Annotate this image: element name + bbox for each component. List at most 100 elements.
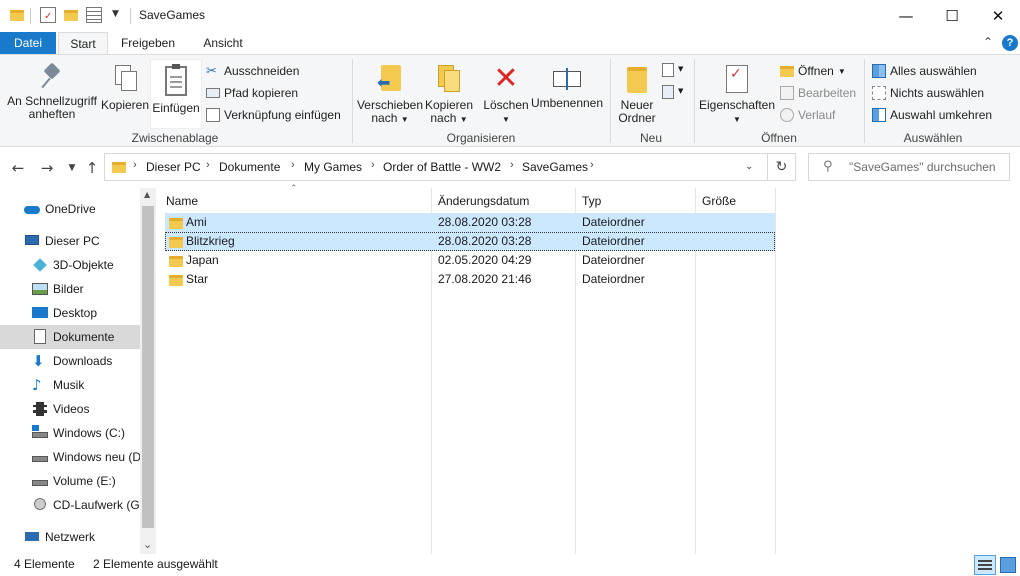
recent-locations-icon[interactable]: ▼ (62, 158, 82, 178)
search-input[interactable]: "SaveGames" durchsuchen (849, 160, 996, 174)
cut-button[interactable]: ✂ Ausschneiden (206, 61, 299, 81)
maximize-button[interactable]: ☐ (929, 0, 975, 32)
easy-access-icon[interactable]: ▼ (662, 85, 684, 101)
paste-label: Einfügen (152, 101, 200, 115)
copy-to-button[interactable]: Kopieren nach ▼ (424, 63, 474, 126)
view-quick-icon[interactable] (86, 7, 102, 23)
sidebar-item-pictures[interactable]: Bilder (0, 277, 140, 301)
help-icon[interactable]: ? (1002, 35, 1018, 51)
column-header-type[interactable]: Typ (576, 188, 696, 214)
select-none-button[interactable]: Nichts auswählen (872, 83, 984, 103)
sidebar-item-drive-d[interactable]: Windows neu (D:) (0, 445, 140, 469)
large-icons-view-icon[interactable] (1000, 557, 1016, 573)
sidebar-item-downloads[interactable]: ⬇ Downloads (0, 349, 140, 373)
file-type: Dateiordner (582, 253, 645, 267)
chevron-right-icon[interactable]: › (206, 159, 210, 171)
sidebar-item-label: Volume (E:) (53, 474, 116, 488)
sidebar-item-documents[interactable]: Dokumente (0, 325, 140, 349)
sidebar-item-label: Windows (C:) (53, 426, 126, 440)
group-select-label: Auswählen (903, 131, 963, 145)
new-item-icon[interactable]: ▼ (662, 63, 684, 79)
move-to-button[interactable]: ⬅ Verschieben nach ▼ (356, 63, 424, 126)
file-date: 02.05.2020 04:29 (438, 253, 532, 267)
rename-button[interactable]: Umbenennen (530, 63, 604, 110)
breadcrumb-item[interactable]: Order of Battle - WW2 (383, 160, 501, 174)
chevron-right-icon[interactable]: › (371, 159, 375, 171)
scroll-down-icon[interactable]: ⌄ (143, 538, 152, 551)
ribbon-separator (352, 59, 353, 143)
column-header-size[interactable]: Größe (696, 188, 776, 214)
chevron-right-icon[interactable]: › (133, 159, 137, 171)
table-row[interactable]: Blitzkrieg 28.08.2020 03:28 Dateiordner (165, 232, 775, 251)
file-name: Star (186, 272, 209, 286)
column-header-date[interactable]: Änderungsdatum (432, 188, 576, 214)
customize-quick-access-icon[interactable]: ▼ (112, 9, 128, 25)
properties-quick-icon[interactable]: ✓ (40, 7, 56, 23)
forward-arrow-icon[interactable]: → (37, 158, 57, 178)
breadcrumb-item[interactable]: Dieser PC (146, 160, 201, 174)
tab-file[interactable]: Datei (0, 32, 56, 54)
paste-button[interactable]: Einfügen (150, 59, 202, 129)
copy-path-button[interactable]: Pfad kopieren (206, 83, 298, 103)
history-button[interactable]: Verlauf (780, 105, 835, 125)
open-label: Öffnen (798, 64, 834, 78)
scrollbar-thumb[interactable] (142, 206, 154, 528)
film-icon (32, 401, 48, 417)
sidebar-item-this-pc[interactable]: Dieser PC (0, 229, 140, 253)
table-row[interactable]: Ami 28.08.2020 03:28 Dateiordner (165, 213, 775, 232)
sidebar-item-videos[interactable]: Videos (0, 397, 140, 421)
sidebar-item-drive-e[interactable]: Volume (E:) (0, 469, 140, 493)
scroll-up-icon[interactable]: ▲ (144, 190, 150, 199)
address-bar[interactable]: › Dieser PC › Dokumente › My Games › Ord… (104, 153, 768, 181)
sidebar-item-network[interactable]: Netzwerk (0, 525, 140, 549)
breadcrumb-item[interactable]: My Games (304, 160, 362, 174)
close-button[interactable]: ✕ (975, 0, 1020, 32)
chevron-right-icon[interactable]: › (590, 159, 594, 171)
sidebar-item-drive-c[interactable]: Windows (C:) (0, 421, 140, 445)
folder-icon (169, 256, 183, 267)
pin-quick-access-button[interactable]: An Schnellzugriff anheften (4, 62, 100, 121)
sidebar-item-music[interactable]: ♪ Musik (0, 373, 140, 397)
tab-start[interactable]: Start (58, 32, 108, 55)
new-folder-quick-icon[interactable] (64, 10, 78, 21)
tab-share[interactable]: Freigeben (112, 32, 184, 54)
move-label: Verschieben nach (356, 98, 424, 125)
copy-button[interactable]: Kopieren (100, 63, 150, 112)
table-row[interactable]: Star 27.08.2020 21:46 Dateiordner (165, 270, 775, 289)
select-all-button[interactable]: Alles auswählen (872, 61, 977, 81)
history-label: Verlauf (798, 108, 836, 122)
refresh-icon[interactable]: ↻ (768, 153, 796, 181)
sidebar-item-cd-drive[interactable]: CD-Laufwerk (G:) (0, 493, 140, 517)
edit-button[interactable]: Bearbeiten (780, 83, 856, 103)
column-header-name[interactable]: Name (160, 188, 430, 214)
divider (30, 8, 31, 24)
up-arrow-icon[interactable]: ↑ (82, 158, 102, 178)
search-box[interactable]: ⚲ "SaveGames" durchsuchen (808, 153, 1010, 181)
address-dropdown-icon[interactable]: ⌄ (745, 161, 753, 172)
breadcrumb-item[interactable]: Dokumente (219, 160, 280, 174)
paste-shortcut-button[interactable]: Verknüpfung einfügen (206, 105, 341, 125)
chevron-right-icon[interactable]: › (510, 159, 514, 171)
delete-button[interactable]: ✕ Löschen ▼ (480, 63, 532, 126)
back-arrow-icon[interactable]: ← (8, 158, 28, 178)
breadcrumb-item[interactable]: SaveGames (522, 160, 588, 174)
sidebar-item-onedrive[interactable]: OneDrive (0, 197, 140, 221)
sidebar-item-desktop[interactable]: Desktop (0, 301, 140, 325)
properties-button[interactable]: ✓ Eigenschaften ▼ (698, 63, 776, 126)
documents-icon (32, 329, 48, 345)
properties-label: Eigenschaften (698, 98, 776, 112)
open-button[interactable]: Öffnen ▼ (780, 61, 846, 81)
sidebar-item-3d-objects[interactable]: 3D-Objekte (0, 253, 140, 277)
invert-selection-button[interactable]: Auswahl umkehren (872, 105, 992, 125)
desktop-icon (32, 305, 48, 321)
sidebar-item-label: Dokumente (53, 330, 115, 344)
details-view-icon[interactable] (974, 555, 996, 575)
collapse-ribbon-icon[interactable]: ⌃ (983, 35, 993, 49)
new-folder-button[interactable]: Neuer Ordner (612, 63, 662, 125)
select-all-label: Alles auswählen (890, 64, 977, 78)
search-icon: ⚲ (823, 159, 833, 174)
table-row[interactable]: Japan 02.05.2020 04:29 Dateiordner (165, 251, 775, 270)
minimize-button[interactable]: — (883, 0, 929, 32)
tab-view[interactable]: Ansicht (190, 32, 256, 54)
chevron-right-icon[interactable]: › (291, 159, 295, 171)
